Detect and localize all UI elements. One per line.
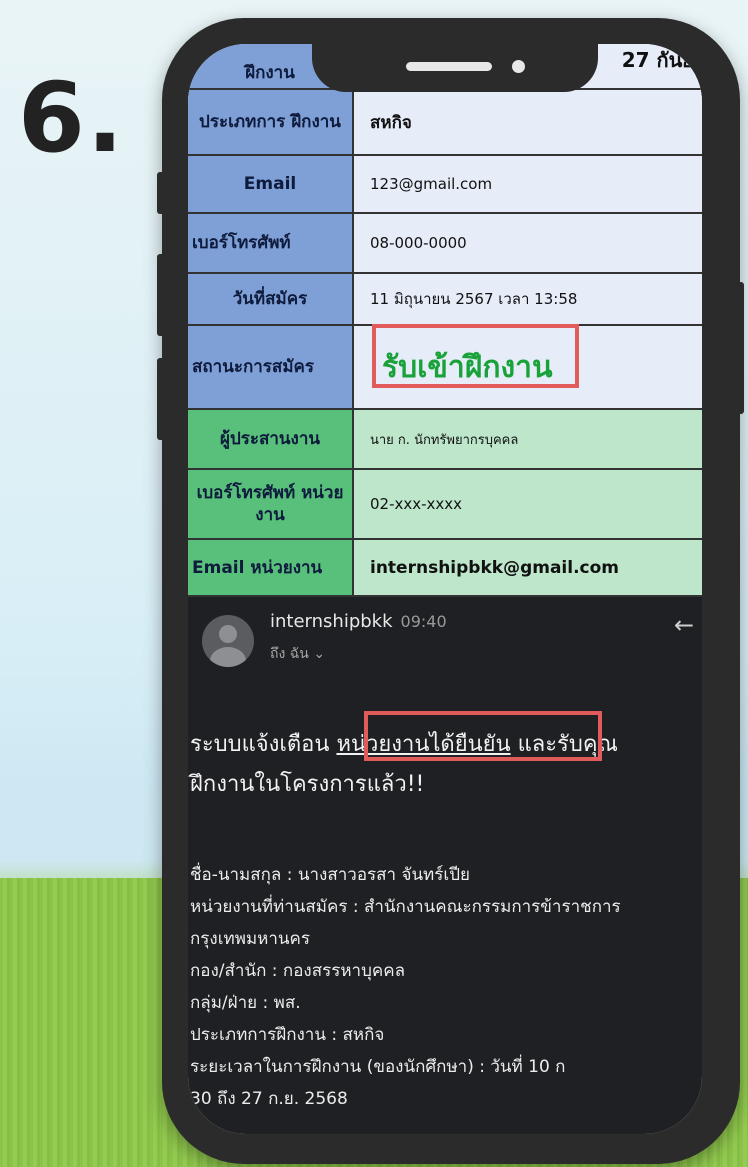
row-value: internshipbkk@gmail.com: [354, 540, 702, 597]
confirm-highlight-box: [364, 711, 602, 761]
row-value: 11 มิถุนายน 2567 เวลา 13:58: [354, 274, 702, 326]
sender-name[interactable]: internshipbkk: [270, 611, 393, 632]
detail-line: ชื่อ-นามสกุล : นางสาวอรสา จันทร์เปีย: [190, 865, 470, 885]
power-button: [736, 282, 744, 414]
headline-line-2: ฝึกงานในโครงการแล้ว!!: [190, 772, 425, 797]
row-value: 02-xxx-xxxx: [354, 470, 702, 540]
row-label: เบอร์โทรศัพท์: [188, 214, 354, 274]
table-row: ประเภทการ ฝึกงาน สหกิจ: [188, 90, 702, 156]
volume-down-button: [157, 358, 165, 440]
volume-silent-button: [157, 172, 165, 214]
row-label: ผู้ประสานงาน: [188, 410, 354, 470]
table-row: Email หน่วยงาน internshipbkk@gmail.com: [188, 540, 702, 597]
row-value: 08-000-0000: [354, 214, 702, 274]
headline-prefix: ระบบแจ้งเตือน: [190, 732, 337, 757]
phone-notch: [312, 30, 598, 92]
sender-line: internshipbkk 09:40: [270, 611, 447, 632]
status-highlight-box: [372, 324, 579, 388]
row-label: วันที่สมัคร: [188, 274, 354, 326]
camera-icon: [512, 60, 525, 73]
volume-up-button: [157, 254, 165, 336]
table-row: วันที่สมัคร 11 มิถุนายน 2567 เวลา 13:58: [188, 274, 702, 326]
avatar-body-shape: [210, 647, 246, 667]
email-message: internshipbkk 09:40 ถึง ฉัน ⌄ ← ระบบแจ้งเ…: [188, 597, 702, 1134]
row-label: สถานะการสมัคร: [188, 326, 354, 410]
step-number: 6.: [18, 62, 126, 174]
detail-line: หน่วยงานที่ท่านสมัคร : สำนักงานคณะกรรมกา…: [190, 897, 621, 917]
avatar[interactable]: [202, 615, 254, 667]
row-value: นาย ก. นักทรัพยากรบุคคล: [354, 410, 702, 470]
reply-icon[interactable]: ←: [674, 611, 694, 639]
table-row: Email 123@gmail.com: [188, 156, 702, 214]
recipient-dropdown[interactable]: ถึง ฉัน ⌄: [270, 643, 325, 665]
speaker-slot: [406, 62, 492, 71]
detail-line: ระยะเวลาในการฝึกงาน (ของนักศึกษา) : วันท…: [190, 1057, 566, 1077]
table-row: เบอร์โทรศัพท์ 08-000-0000: [188, 214, 702, 274]
detail-line: กลุ่ม/ฝ่าย : พส.: [190, 993, 301, 1013]
row-value: 123@gmail.com: [354, 156, 702, 214]
table-row: เบอร์โทรศัพท์ หน่วยงาน 02-xxx-xxxx: [188, 470, 702, 540]
email-time: 09:40: [400, 612, 447, 631]
detail-line: กอง/สำนัก : กองสรรหาบุคคล: [190, 961, 406, 981]
detail-line: 30 ถึง 27 ก.ย. 2568: [190, 1089, 348, 1109]
row-label: เบอร์โทรศัพท์ หน่วยงาน: [188, 470, 354, 540]
row-label: Email: [188, 156, 354, 214]
email-details: ชื่อ-นามสกุล : นางสาวอรสา จันทร์เปีย หน่…: [190, 859, 702, 1115]
row-label: Email หน่วยงาน: [188, 540, 354, 597]
row-label: ประเภทการ ฝึกงาน: [188, 90, 354, 156]
avatar-head-shape: [219, 625, 237, 643]
detail-line: กรุงเทพมหานคร: [190, 929, 311, 949]
detail-line: ประเภทการฝึกงาน : สหกิจ: [190, 1025, 385, 1045]
table-row: ผู้ประสานงาน นาย ก. นักทรัพยากรบุคคล: [188, 410, 702, 470]
row-value: สหกิจ: [354, 90, 702, 156]
phone-screen: ฝึกงาน 27 กันย ประเภทการ ฝึกงาน สหกิจ Em…: [188, 44, 702, 1134]
